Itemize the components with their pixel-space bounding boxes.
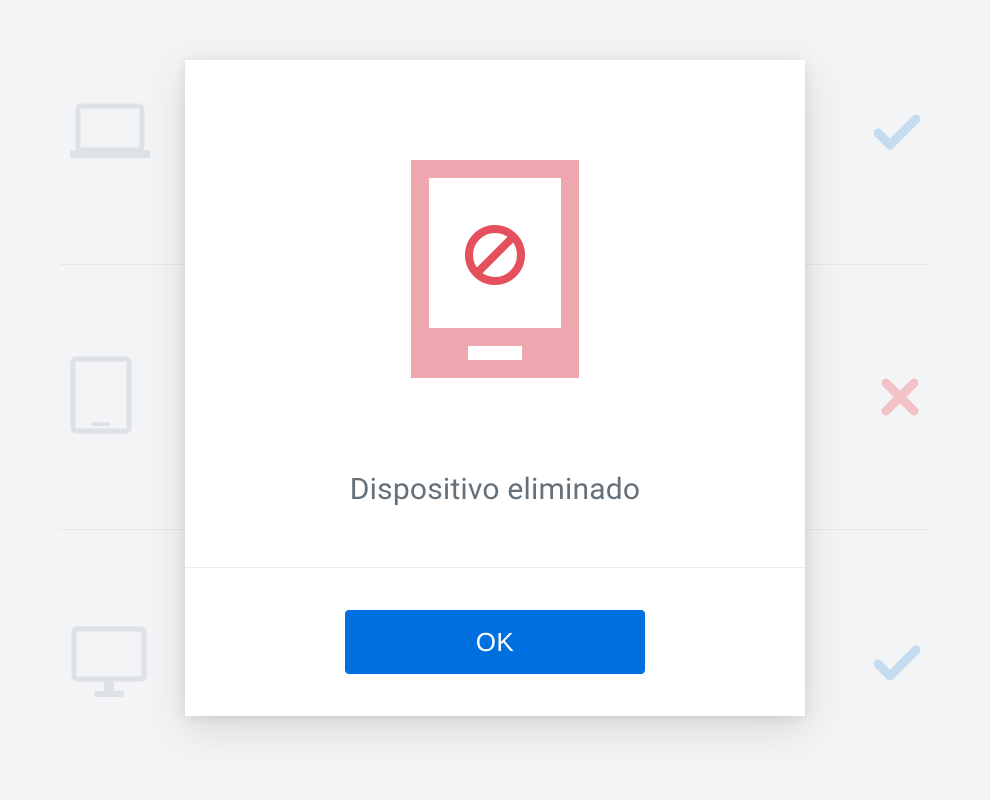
device-removed-icon (411, 160, 579, 382)
dialog: Dispositivo eliminado OK (185, 60, 805, 716)
ok-button[interactable]: OK (345, 610, 645, 674)
dialog-footer: OK (185, 568, 805, 716)
dialog-message: Dispositivo eliminado (350, 472, 640, 507)
modal-overlay: Dispositivo eliminado OK (0, 0, 990, 800)
dialog-body: Dispositivo eliminado (185, 60, 805, 568)
